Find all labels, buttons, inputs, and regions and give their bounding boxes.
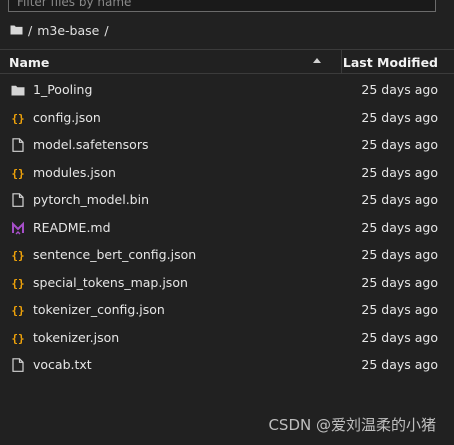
json-icon: {} xyxy=(11,165,25,181)
svg-text:{}: {} xyxy=(11,167,24,180)
file-row[interactable]: {} tokenizer_config.json 25 days ago xyxy=(0,296,454,324)
svg-text:{}: {} xyxy=(11,277,24,290)
sort-ascending-icon[interactable] xyxy=(313,58,321,63)
file-modified: 25 days ago xyxy=(361,302,438,317)
file-icon xyxy=(11,357,25,373)
file-row[interactable]: {} special_tokens_map.json 25 days ago xyxy=(0,269,454,297)
breadcrumb-root[interactable]: / xyxy=(28,23,32,38)
file-list-header: Name Last Modified xyxy=(0,49,454,74)
file-name: tokenizer_config.json xyxy=(33,302,165,317)
file-icon xyxy=(11,192,25,208)
file-modified: 25 days ago xyxy=(361,192,438,207)
json-icon: {} xyxy=(11,110,25,126)
file-modified: 25 days ago xyxy=(361,164,438,180)
json-icon: {} xyxy=(11,302,25,318)
breadcrumb-separator: / xyxy=(104,22,109,38)
file-name: model.safetensors xyxy=(33,137,149,152)
file-modified: 25 days ago xyxy=(361,109,438,125)
file-name: README.md xyxy=(33,219,111,235)
json-icon: {} xyxy=(11,330,25,346)
breadcrumb: / m3e-base / xyxy=(10,21,109,39)
file-modified: 25 days ago xyxy=(361,219,438,235)
watermark: CSDN @爱刘温柔的小猪 xyxy=(268,416,436,434)
file-row[interactable]: README.md 25 days ago xyxy=(0,214,454,242)
file-icon xyxy=(11,137,25,153)
file-name: sentence_bert_config.json xyxy=(33,247,197,262)
file-row[interactable]: model.safetensors 25 days ago xyxy=(0,131,454,159)
file-name: special_tokens_map.json xyxy=(33,274,188,290)
file-row[interactable]: {} config.json 25 days ago xyxy=(0,104,454,132)
file-modified: 25 days ago xyxy=(361,247,438,262)
file-name: vocab.txt xyxy=(33,357,92,372)
folder-icon xyxy=(11,82,25,98)
breadcrumb-folder[interactable]: m3e-base xyxy=(37,23,99,38)
file-name: modules.json xyxy=(33,164,116,180)
file-row[interactable]: pytorch_model.bin 25 days ago xyxy=(0,186,454,214)
svg-text:{}: {} xyxy=(11,112,24,125)
file-row[interactable]: {} tokenizer.json 25 days ago xyxy=(0,324,454,352)
file-modified: 25 days ago xyxy=(361,137,438,152)
file-name: config.json xyxy=(33,109,101,125)
file-name: tokenizer.json xyxy=(33,329,120,345)
file-name: pytorch_model.bin xyxy=(33,192,150,207)
file-name: 1_Pooling xyxy=(33,82,93,97)
file-modified: 25 days ago xyxy=(361,357,438,372)
last-modified-column-header[interactable]: Last Modified xyxy=(343,55,438,70)
json-icon: {} xyxy=(11,275,25,291)
filter-files-input[interactable]: Filter files by name xyxy=(8,0,436,12)
file-modified: 25 days ago xyxy=(361,274,438,290)
svg-text:{}: {} xyxy=(11,304,24,317)
file-row[interactable]: vocab.txt 25 days ago xyxy=(0,351,454,379)
file-row[interactable]: {} modules.json 25 days ago xyxy=(0,159,454,187)
file-browser-panel: Filter files by name / m3e-base / Name L… xyxy=(0,0,454,445)
markdown-icon xyxy=(11,220,25,236)
file-modified: 25 days ago xyxy=(361,329,438,345)
file-modified: 25 days ago xyxy=(361,82,438,97)
column-divider[interactable] xyxy=(341,50,342,73)
file-row[interactable]: 1_Pooling 25 days ago xyxy=(0,76,454,104)
svg-text:{}: {} xyxy=(11,249,24,262)
svg-text:{}: {} xyxy=(11,332,24,345)
json-icon: {} xyxy=(11,247,25,263)
file-list: 1_Pooling 25 days ago {} config.json 25 days… xyxy=(0,76,454,379)
file-row[interactable]: {} sentence_bert_config.json 25 days ago xyxy=(0,241,454,269)
folder-icon[interactable] xyxy=(10,23,23,38)
name-column-header[interactable]: Name xyxy=(9,55,49,70)
